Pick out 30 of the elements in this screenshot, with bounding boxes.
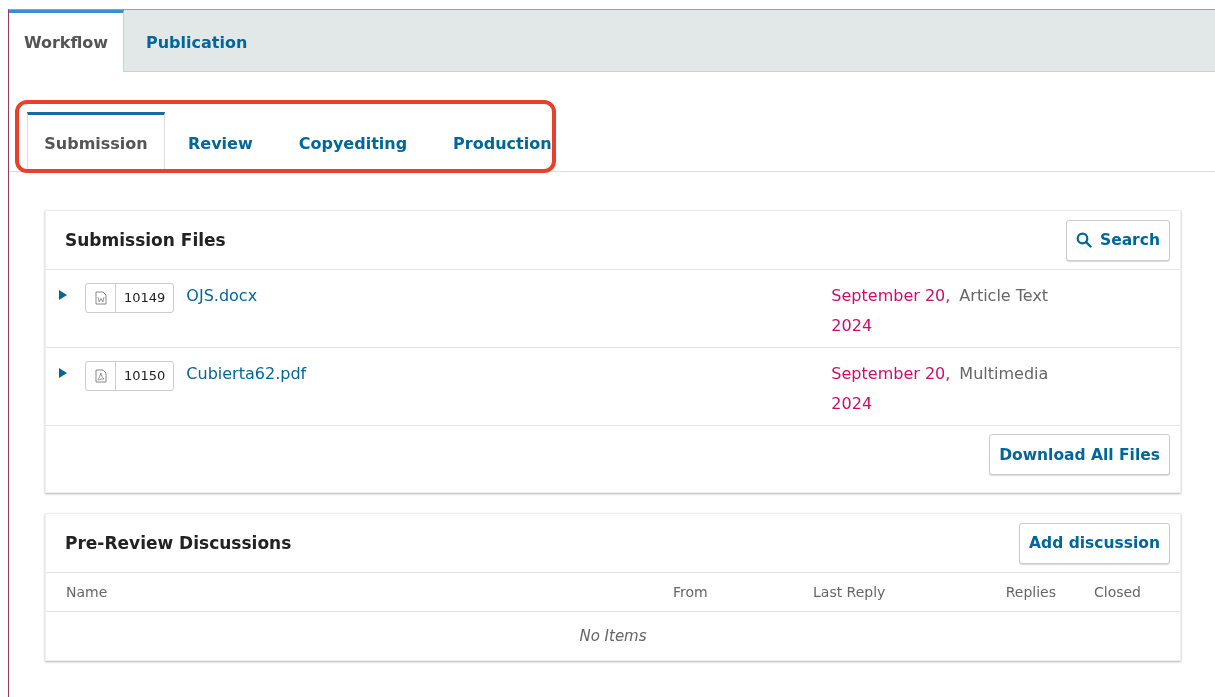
search-button[interactable]: Search — [1066, 219, 1170, 261]
search-icon — [1076, 232, 1092, 248]
workflow-tab[interactable]: Workflow — [9, 10, 124, 72]
workflow-tab[interactable]: Publication — [124, 10, 270, 72]
expand-icon[interactable] — [59, 368, 67, 378]
column-header: Replies — [1004, 584, 1056, 600]
empty-message: No Items — [579, 627, 647, 645]
column-header: Closed — [1092, 584, 1141, 600]
stage-tab[interactable]: Submission — [27, 112, 165, 171]
download-all-button[interactable]: Download All Files — [989, 434, 1170, 475]
file-id: 10149 — [123, 289, 167, 307]
file-type: Article Text — [959, 285, 1049, 307]
file-date: September 20, 2024 — [831, 363, 952, 415]
panel-title: Pre-Review Discussions — [65, 533, 292, 553]
column-header: Name — [66, 584, 109, 600]
add-discussion-button[interactable]: Add discussion — [1019, 522, 1170, 564]
file-link[interactable]: Cubierta62.pdf — [186, 361, 832, 387]
file-link[interactable]: OJS.docx — [186, 283, 832, 309]
stage-tab[interactable]: Production — [430, 112, 575, 171]
pdf-file-icon — [94, 369, 107, 383]
expand-icon[interactable] — [59, 290, 67, 300]
file-date: September 20, 2024 — [831, 285, 952, 337]
word-file-icon — [94, 291, 107, 305]
stage-tab[interactable]: Review — [165, 112, 276, 171]
stage-tab[interactable]: Copyediting — [275, 112, 431, 171]
column-header: From — [673, 584, 709, 600]
file-type: Multimedia — [959, 363, 1049, 385]
file-id: 10150 — [123, 367, 167, 385]
panel-title: Submission Files — [65, 230, 226, 250]
column-header: Last Reply — [813, 584, 887, 600]
